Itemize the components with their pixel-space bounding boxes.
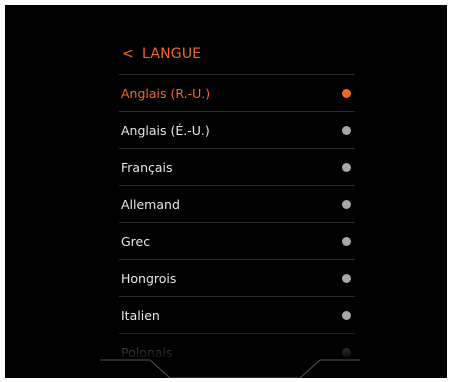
- language-label: Hongrois: [121, 270, 177, 286]
- language-label: Allemand: [121, 196, 180, 212]
- language-item-allemand[interactable]: Allemand: [119, 185, 355, 222]
- screen-frame: < LANGUE Anglais (R.-U.) Anglais (É.-U.)…: [5, 5, 447, 378]
- language-label: Anglais (É.-U.): [121, 122, 210, 138]
- language-label: Anglais (R.-U.): [121, 85, 211, 101]
- radio-selected-icon[interactable]: [342, 88, 351, 98]
- language-label: Polonais: [121, 344, 173, 360]
- language-item-grec[interactable]: Grec: [119, 222, 355, 259]
- language-item-italien[interactable]: Italien: [119, 296, 355, 333]
- language-item-polonais[interactable]: Polonais: [119, 333, 355, 370]
- radio-icon[interactable]: [342, 236, 351, 246]
- language-item-francais[interactable]: Français: [119, 148, 355, 185]
- radio-icon[interactable]: [342, 162, 351, 172]
- language-label: Grec: [121, 233, 151, 249]
- radio-icon[interactable]: [342, 199, 351, 209]
- language-item-anglais-ru[interactable]: Anglais (R.-U.): [119, 74, 355, 111]
- language-label: Italien: [121, 307, 160, 323]
- chevron-left-icon[interactable]: <: [122, 47, 142, 61]
- language-item-anglais-eu[interactable]: Anglais (É.-U.): [119, 111, 355, 148]
- radio-icon[interactable]: [342, 310, 351, 320]
- radio-icon[interactable]: [342, 125, 351, 135]
- page-title: LANGUE: [142, 46, 202, 62]
- language-item-hongrois[interactable]: Hongrois: [119, 259, 355, 296]
- language-list: Anglais (R.-U.) Anglais (É.-U.) Français…: [119, 74, 355, 370]
- radio-icon[interactable]: [342, 347, 351, 357]
- radio-icon[interactable]: [342, 273, 351, 283]
- language-label: Français: [121, 159, 173, 175]
- back-header[interactable]: < LANGUE: [122, 41, 201, 67]
